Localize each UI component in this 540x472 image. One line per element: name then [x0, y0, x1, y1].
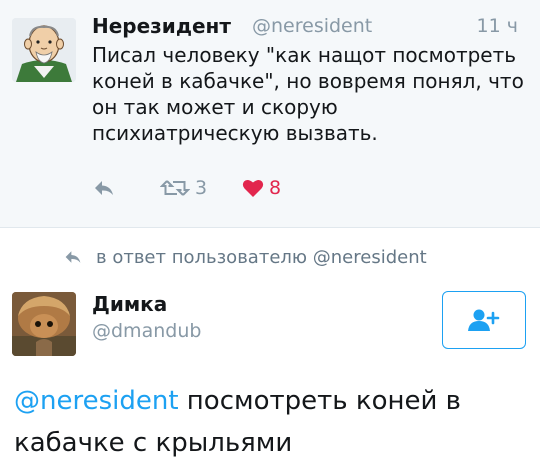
- author-avatar[interactable]: [12, 292, 76, 356]
- cartoon-man-avatar-icon: [12, 18, 76, 82]
- reply-arrow-icon: [65, 251, 81, 263]
- furry-creature-avatar-icon: [12, 292, 76, 356]
- author-avatar[interactable]: [12, 18, 76, 82]
- author-handle[interactable]: @neresident: [252, 15, 372, 37]
- parent-tweet[interactable]: Нерезидент @neresident 11 ч Писал челове…: [0, 0, 540, 228]
- follow-button[interactable]: [442, 291, 526, 349]
- retweet-button[interactable]: 3: [160, 174, 207, 202]
- reply-arrow-icon: [95, 181, 113, 195]
- tweet-actions: 3 8: [92, 174, 352, 204]
- heart-icon: [242, 179, 264, 197]
- tweet-time[interactable]: 11 ч: [477, 15, 518, 37]
- reply-context[interactable]: в ответ пользователю @neresident: [62, 244, 427, 270]
- like-button[interactable]: 8: [242, 174, 281, 202]
- like-count: 8: [269, 177, 282, 199]
- add-user-icon: [468, 309, 500, 331]
- reply-button[interactable]: [92, 174, 116, 202]
- author-handle[interactable]: @dmandub: [92, 320, 201, 342]
- mention-link[interactable]: @neresident: [14, 386, 179, 416]
- tweet-header: Нерезидент @neresident 11 ч: [92, 14, 522, 40]
- retweet-icon: [160, 180, 190, 196]
- tweet-text: @neresident посмотреть коней в кабачке с…: [14, 380, 526, 464]
- author-name[interactable]: Димка: [92, 292, 167, 316]
- retweet-count: 3: [195, 177, 208, 199]
- tweet-text: Писал человеку "как нащот посмотреть кон…: [92, 43, 524, 145]
- author-name[interactable]: Нерезидент: [92, 14, 231, 38]
- reply-context-text: в ответ пользователю @neresident: [96, 246, 427, 268]
